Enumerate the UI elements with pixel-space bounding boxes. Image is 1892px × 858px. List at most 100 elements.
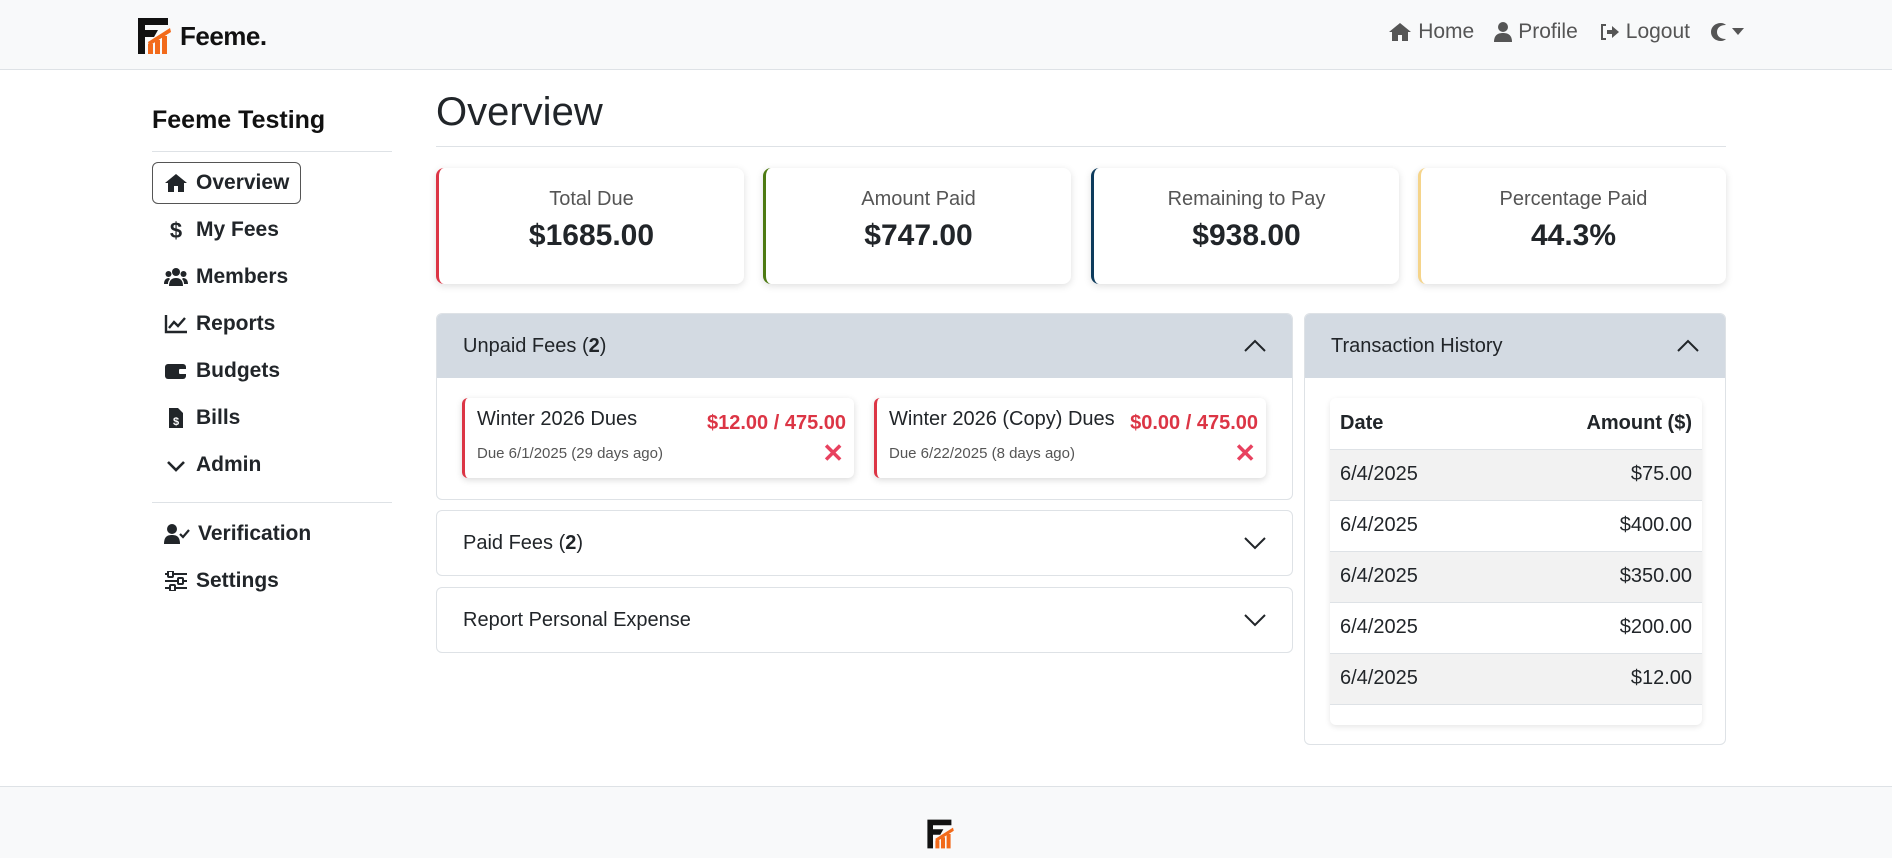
stat-card-remaining: Remaining to Pay $938.00 [1091,168,1399,284]
cell-date: 6/4/2025 [1330,500,1493,552]
table-row: 6/4/2025 $200.00 [1330,602,1702,654]
user-icon [1494,22,1513,42]
sidebar-item-members[interactable]: Members [152,256,300,298]
table-footer-spacer [1330,705,1702,725]
title-divider [436,146,1726,147]
theme-toggle-dropdown[interactable] [1710,22,1744,42]
main-content: Overview Total Due $1685.00 Amount Paid … [436,70,1726,745]
stat-label: Total Due [549,188,634,210]
chevron-down-icon [1244,614,1266,627]
caret-down-icon [1732,28,1744,35]
fee-card[interactable]: Winter 2026 Dues $12.00 / 475.00 Due 6/1… [462,398,854,478]
paid-fees-header[interactable]: Paid Fees (2) [437,511,1292,575]
moon-icon [1711,23,1726,41]
stat-value: $747.00 [864,219,973,252]
top-navbar: Feeme. Home Profile Logout [0,0,1892,70]
cell-amount: $75.00 [1492,449,1702,501]
sidebar-item-label: Bills [196,406,241,429]
sign-out-icon [1600,24,1619,40]
stat-value: $938.00 [1192,219,1301,252]
transaction-history-header[interactable]: Transaction History [1305,314,1725,378]
cell-date: 6/4/2025 [1330,602,1493,654]
unpaid-fees-body: Winter 2026 Dues $12.00 / 475.00 Due 6/1… [437,378,1292,499]
transaction-history-panel: Transaction History Date Amount ($) 6/4/… [1304,313,1726,745]
report-expense-accordion: Report Personal Expense [436,587,1293,653]
paid-fees-count: 2 [565,531,577,554]
unpaid-fees-header[interactable]: Unpaid Fees (2) [437,314,1292,378]
sidebar: Feeme Testing Overview $ My Fees Members… [152,70,392,607]
stat-value: 44.3% [1530,219,1617,252]
fee-name: Winter 2026 Dues [477,408,638,430]
unpaid-fees-count: 2 [588,334,600,357]
sidebar-item-label: My Fees [196,218,279,241]
column-header-date: Date [1330,398,1493,450]
chevron-down-icon [1244,537,1266,550]
chevron-up-icon [1677,339,1699,352]
sidebar-item-my-fees[interactable]: $ My Fees [152,209,291,251]
report-expense-header[interactable]: Report Personal Expense [437,588,1292,652]
wallet-icon [165,364,187,379]
page-title: Overview [436,90,603,134]
sidebar-item-label: Overview [196,171,290,194]
sidebar-item-label: Budgets [196,359,280,382]
stat-value: $1685.00 [528,219,655,252]
report-expense-title: Report Personal Expense [463,608,691,631]
close-icon[interactable]: ✕ [1234,440,1256,466]
sidebar-item-bills[interactable]: $ Bills [152,397,252,439]
stat-card-total-due: Total Due $1685.00 [436,168,744,284]
stat-label: Percentage Paid [1499,188,1648,210]
nav-home-link[interactable]: Home [1388,20,1474,44]
table-header-row: Date Amount ($) [1330,398,1702,450]
svg-text:$: $ [170,219,182,241]
fee-due-date: Due 6/1/2025 (29 days ago) [477,445,663,462]
fee-amount: $0.00 / 475.00 [1130,412,1258,434]
users-icon [164,268,188,286]
unpaid-fees-accordion: Unpaid Fees (2) Winter 2026 Dues $12.00 … [436,313,1293,500]
brand-name: Feeme. [180,20,267,51]
paid-fees-accordion: Paid Fees (2) [436,510,1293,576]
nav-profile-label: Profile [1518,20,1578,43]
cell-date: 6/4/2025 [1330,551,1493,603]
sidebar-divider [152,502,392,503]
sidebar-item-budgets[interactable]: Budgets [152,350,292,392]
chevron-down-icon [167,461,185,472]
close-icon[interactable]: ✕ [822,440,844,466]
cell-date: 6/4/2025 [1330,653,1493,705]
stat-label: Remaining to Pay [1167,188,1326,210]
sidebar-item-overview[interactable]: Overview [152,162,302,204]
transaction-table: Date Amount ($) 6/4/2025 $75.00 6/4/2025… [1330,398,1702,725]
cell-amount: $350.00 [1492,551,1702,603]
sidebar-item-label: Settings [196,569,279,592]
table-row: 6/4/2025 $350.00 [1330,551,1702,603]
sidebar-item-settings[interactable]: Settings [152,560,291,602]
stats-row: Total Due $1685.00 Amount Paid $747.00 R… [436,168,1726,284]
nav-home-label: Home [1418,20,1475,43]
svg-text:$: $ [173,416,179,428]
chart-line-icon [164,315,187,334]
house-icon [165,174,187,192]
feeme-logo-icon [927,819,954,849]
house-icon [1389,23,1412,41]
cell-amount: $12.00 [1492,653,1702,705]
sidebar-item-label: Reports [196,312,276,335]
fee-name: Winter 2026 (Copy) Dues [889,408,1115,430]
fee-card[interactable]: Winter 2026 (Copy) Dues $0.00 / 475.00 D… [874,398,1266,478]
unpaid-fees-title: Unpaid Fees (2) [463,334,607,357]
sidebar-item-admin[interactable]: Admin [152,444,273,486]
table-row: 6/4/2025 $12.00 [1330,653,1702,705]
sidebar-item-label: Admin [196,453,262,476]
nav-profile-link[interactable]: Profile [1494,20,1578,44]
transaction-history-title: Transaction History [1331,334,1503,357]
table-row: 6/4/2025 $400.00 [1330,500,1702,552]
cell-amount: $200.00 [1492,602,1702,654]
table-row: 6/4/2025 $75.00 [1330,449,1702,501]
fee-due-date: Due 6/22/2025 (8 days ago) [889,445,1075,462]
nav-logout-link[interactable]: Logout [1598,20,1690,44]
chevron-up-icon [1244,339,1266,352]
cell-amount: $400.00 [1492,500,1702,552]
sidebar-item-reports[interactable]: Reports [152,303,287,345]
organization-name: Feeme Testing [152,106,326,134]
cell-date: 6/4/2025 [1330,449,1493,501]
sidebar-item-verification[interactable]: Verification [152,513,323,555]
brand[interactable]: Feeme. [136,16,267,56]
